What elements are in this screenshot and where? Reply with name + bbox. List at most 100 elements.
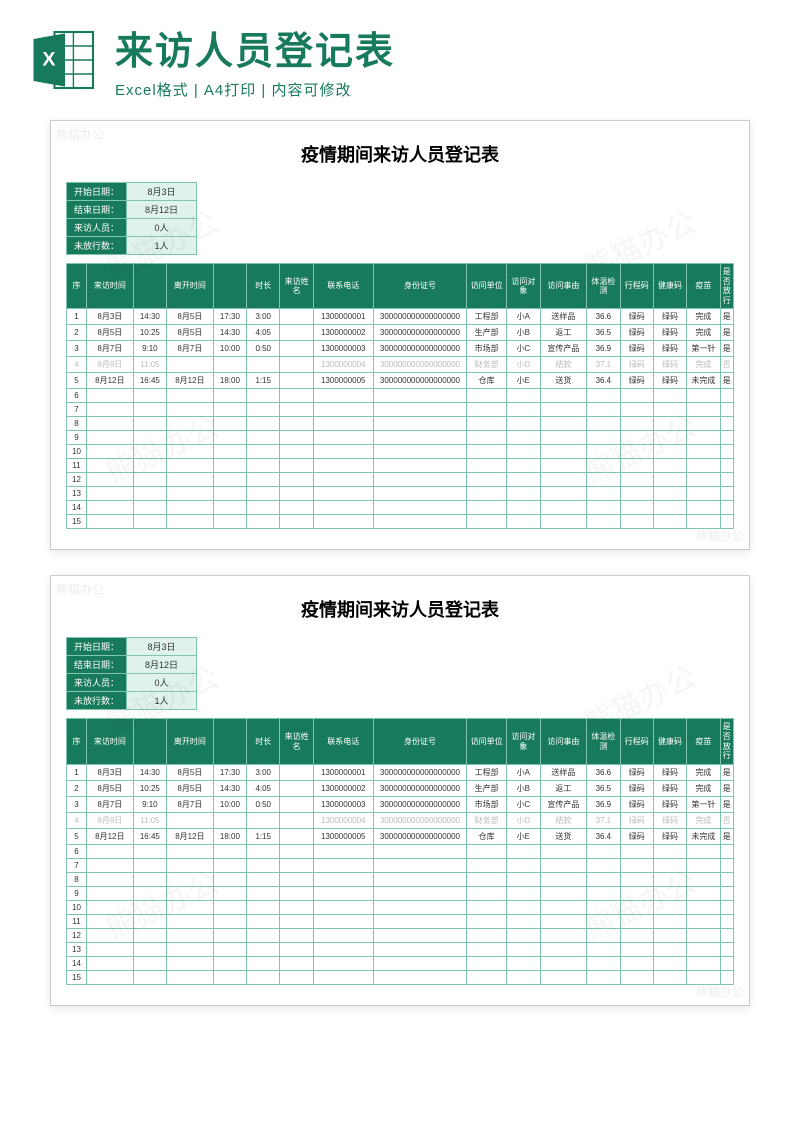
column-header: 健康码 bbox=[653, 264, 686, 309]
cell-empty bbox=[87, 389, 134, 403]
cell-empty bbox=[280, 956, 313, 970]
cell-trip: 绿码 bbox=[620, 357, 653, 373]
cell-who: 小C bbox=[507, 341, 540, 357]
cell-empty bbox=[653, 389, 686, 403]
cell-empty bbox=[280, 928, 313, 942]
cell-empty bbox=[540, 844, 587, 858]
cell-leave-time bbox=[213, 357, 246, 373]
cell-empty bbox=[87, 417, 134, 431]
cell-visit-date: 8月7日 bbox=[87, 796, 134, 812]
cell-empty bbox=[620, 501, 653, 515]
cell-empty bbox=[507, 900, 540, 914]
cell-empty bbox=[507, 928, 540, 942]
cell-who: 小E bbox=[507, 828, 540, 844]
cell-empty bbox=[687, 956, 720, 970]
cell-empty bbox=[213, 914, 246, 928]
cell-empty bbox=[313, 942, 373, 956]
table-row: 18月3日14:308月5日17:303:0013000000013000000… bbox=[67, 764, 734, 780]
column-header: 身份证号 bbox=[373, 719, 466, 764]
column-header: 序 bbox=[67, 264, 87, 309]
cell-empty bbox=[587, 515, 620, 529]
cell-empty bbox=[313, 473, 373, 487]
cell-empty bbox=[313, 431, 373, 445]
cell-leave-date: 8月5日 bbox=[167, 780, 214, 796]
cell-temp: 36.6 bbox=[587, 309, 620, 325]
cell-empty bbox=[587, 872, 620, 886]
column-header: 体温检测 bbox=[587, 719, 620, 764]
table-row: 28月5日10:258月5日14:304:0513000000023000000… bbox=[67, 325, 734, 341]
sub-title: Excel格式 | A4打印 | 内容可修改 bbox=[115, 79, 770, 100]
cell-empty bbox=[653, 858, 686, 872]
table-row: 9 bbox=[67, 886, 734, 900]
cell-empty bbox=[507, 501, 540, 515]
cell-seq: 6 bbox=[67, 389, 87, 403]
table-row: 13 bbox=[67, 487, 734, 501]
table-row: 8 bbox=[67, 872, 734, 886]
cell-duration: 4:05 bbox=[247, 780, 280, 796]
cell-reason: 宣传产品 bbox=[540, 341, 587, 357]
column-header: 体温检测 bbox=[587, 264, 620, 309]
meta-label: 来访人员： bbox=[67, 219, 127, 237]
cell-visit-time: 16:45 bbox=[133, 373, 166, 389]
cell-phone: 1300000002 bbox=[313, 780, 373, 796]
cell-empty bbox=[653, 942, 686, 956]
cell-seq: 10 bbox=[67, 900, 87, 914]
cell-empty bbox=[620, 459, 653, 473]
cell-empty bbox=[87, 403, 134, 417]
cell-temp: 37.1 bbox=[587, 812, 620, 828]
cell-empty bbox=[540, 473, 587, 487]
cell-empty bbox=[540, 872, 587, 886]
meta-row: 开始日期：8月3日 bbox=[67, 638, 197, 656]
cell-reason: 返工 bbox=[540, 325, 587, 341]
table-row: 13 bbox=[67, 942, 734, 956]
cell-who: 小A bbox=[507, 309, 540, 325]
main-title: 来访人员登记表 bbox=[115, 20, 770, 75]
cell-empty bbox=[213, 886, 246, 900]
table-row: 38月7日9:108月7日10:000:50130000000330000000… bbox=[67, 341, 734, 357]
cell-empty bbox=[247, 403, 280, 417]
cell-empty bbox=[280, 403, 313, 417]
cell-visit-time: 10:25 bbox=[133, 325, 166, 341]
cell-duration bbox=[247, 812, 280, 828]
cell-empty bbox=[540, 417, 587, 431]
meta-row: 开始日期：8月3日 bbox=[67, 183, 197, 201]
cell-reason: 送样品 bbox=[540, 764, 587, 780]
cell-leave-date: 8月7日 bbox=[167, 341, 214, 357]
cell-empty bbox=[213, 970, 246, 984]
cell-seq: 3 bbox=[67, 796, 87, 812]
cell-empty bbox=[540, 515, 587, 529]
column-header: 健康码 bbox=[653, 719, 686, 764]
cell-empty bbox=[213, 417, 246, 431]
cell-duration: 0:50 bbox=[247, 796, 280, 812]
cell-leave-date: 8月5日 bbox=[167, 325, 214, 341]
cell-empty bbox=[313, 445, 373, 459]
cell-empty bbox=[213, 928, 246, 942]
cell-empty bbox=[720, 886, 733, 900]
cell-empty bbox=[87, 459, 134, 473]
cell-empty bbox=[587, 942, 620, 956]
meta-label: 未放行数： bbox=[67, 692, 127, 710]
cell-empty bbox=[540, 459, 587, 473]
cell-empty bbox=[540, 886, 587, 900]
cell-empty bbox=[313, 900, 373, 914]
cell-empty bbox=[213, 445, 246, 459]
cell-who: 小A bbox=[507, 764, 540, 780]
meta-value: 1人 bbox=[127, 237, 197, 255]
cell-empty bbox=[167, 515, 214, 529]
cell-empty bbox=[373, 942, 466, 956]
cell-empty bbox=[213, 403, 246, 417]
cell-empty bbox=[280, 515, 313, 529]
cell-vaccine: 未完成 bbox=[687, 373, 720, 389]
meta-value: 0人 bbox=[127, 219, 197, 237]
cell-seq: 6 bbox=[67, 844, 87, 858]
cell-empty bbox=[620, 431, 653, 445]
cell-duration: 3:00 bbox=[247, 764, 280, 780]
cell-empty bbox=[467, 942, 507, 956]
cell-leave-time: 17:30 bbox=[213, 309, 246, 325]
cell-empty bbox=[280, 872, 313, 886]
cell-empty bbox=[213, 858, 246, 872]
cell-empty bbox=[540, 487, 587, 501]
cell-empty bbox=[720, 900, 733, 914]
cell-empty bbox=[720, 473, 733, 487]
cell-empty bbox=[247, 431, 280, 445]
